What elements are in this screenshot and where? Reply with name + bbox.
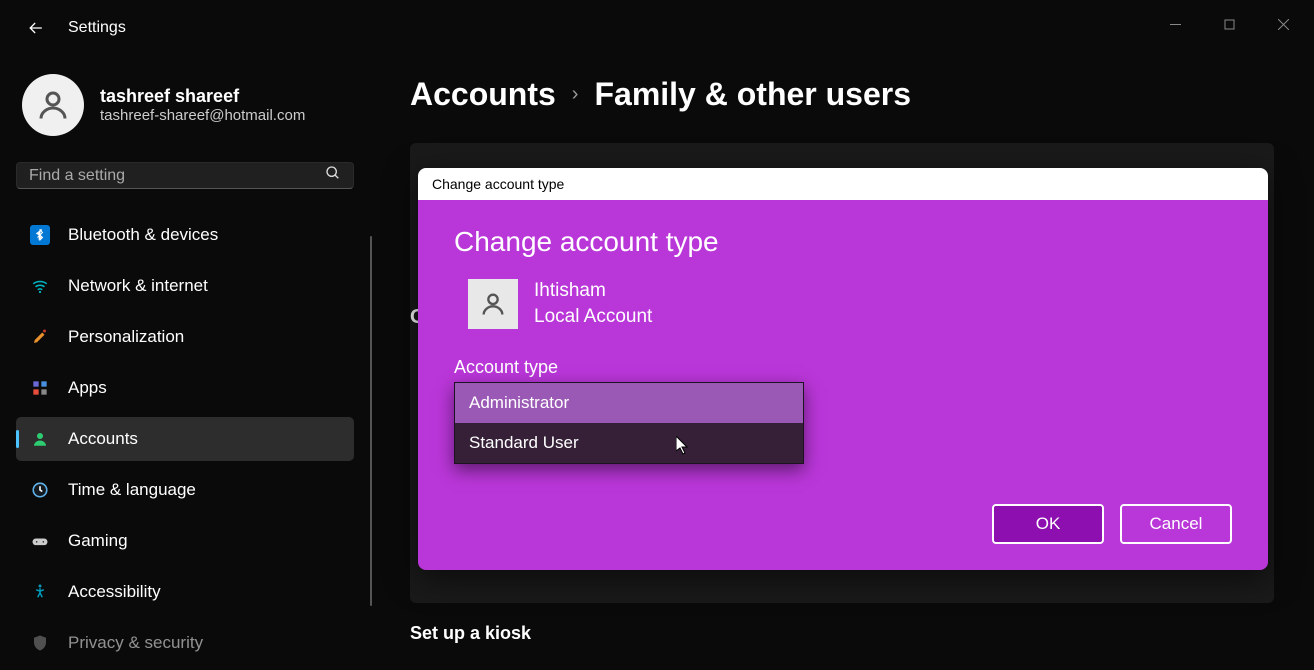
dialog-user-type: Local Account	[534, 304, 652, 330]
sidebar-item-accounts[interactable]: Accounts	[16, 417, 354, 461]
sidebar-item-privacy[interactable]: Privacy & security	[16, 621, 354, 665]
apps-icon	[30, 378, 50, 398]
account-type-label: Account type	[454, 357, 1232, 378]
avatar	[22, 74, 84, 136]
window-titlebar	[1144, 0, 1314, 48]
dropdown-option-administrator[interactable]: Administrator	[455, 383, 803, 423]
accessibility-icon	[30, 582, 50, 602]
dropdown-option-standard[interactable]: Standard User	[455, 423, 803, 463]
sidebar-item-label: Apps	[68, 378, 107, 398]
back-button[interactable]	[24, 16, 48, 40]
account-type-dropdown[interactable]: Administrator Standard User	[454, 382, 804, 464]
sidebar-item-label: Bluetooth & devices	[68, 225, 218, 245]
dialog-titlebar: Change account type	[418, 168, 1268, 200]
sidebar-item-accessibility[interactable]: Accessibility	[16, 570, 354, 614]
gamepad-icon	[30, 531, 50, 551]
sidebar-item-label: Network & internet	[68, 276, 208, 296]
breadcrumb: Accounts › Family & other users	[410, 76, 1274, 113]
dialog-avatar	[468, 279, 518, 329]
change-account-type-dialog: Change account type Change account type …	[418, 168, 1268, 570]
dialog-user-info: Ihtisham Local Account	[454, 278, 1232, 329]
sidebar: tashreef shareef tashreef-shareef@hotmai…	[0, 56, 370, 670]
minimize-button[interactable]	[1152, 8, 1198, 40]
search-input[interactable]	[29, 167, 325, 185]
app-title: Settings	[68, 19, 126, 37]
sidebar-item-gaming[interactable]: Gaming	[16, 519, 354, 563]
bluetooth-icon	[30, 225, 50, 245]
wifi-icon	[30, 276, 50, 296]
close-button[interactable]	[1260, 8, 1306, 40]
search-icon	[325, 165, 341, 186]
maximize-button[interactable]	[1206, 8, 1252, 40]
sidebar-item-label: Accessibility	[68, 582, 161, 602]
sidebar-item-label: Accounts	[68, 429, 138, 449]
sidebar-item-label: Time & language	[68, 480, 196, 500]
sidebar-item-label: Gaming	[68, 531, 128, 551]
breadcrumb-current: Family & other users	[594, 76, 911, 113]
brush-icon	[30, 327, 50, 347]
profile-block[interactable]: tashreef shareef tashreef-shareef@hotmai…	[16, 68, 354, 154]
sidebar-item-apps[interactable]: Apps	[16, 366, 354, 410]
dialog-user-name: Ihtisham	[534, 278, 652, 304]
shield-icon	[30, 633, 50, 653]
sidebar-item-bluetooth[interactable]: Bluetooth & devices	[16, 213, 354, 257]
search-box[interactable]	[16, 162, 354, 189]
clock-icon	[30, 480, 50, 500]
sidebar-item-network[interactable]: Network & internet	[16, 264, 354, 308]
sidebar-item-personalization[interactable]: Personalization	[16, 315, 354, 359]
sidebar-item-label: Privacy & security	[68, 633, 203, 653]
sidebar-item-label: Personalization	[68, 327, 184, 347]
scroll-indicator[interactable]	[370, 236, 372, 606]
sidebar-item-time[interactable]: Time & language	[16, 468, 354, 512]
dialog-heading: Change account type	[454, 226, 1232, 258]
ok-button[interactable]: OK	[992, 504, 1104, 544]
nav-list: Bluetooth & devices Network & internet P…	[16, 213, 354, 670]
cancel-button[interactable]: Cancel	[1120, 504, 1232, 544]
chevron-right-icon: ›	[572, 83, 579, 106]
profile-email: tashreef-shareef@hotmail.com	[100, 107, 305, 124]
profile-name: tashreef shareef	[100, 86, 305, 107]
person-icon	[30, 429, 50, 449]
app-header: Settings	[0, 0, 1314, 56]
kiosk-section-label: Set up a kiosk	[410, 623, 1274, 644]
breadcrumb-parent[interactable]: Accounts	[410, 76, 556, 113]
